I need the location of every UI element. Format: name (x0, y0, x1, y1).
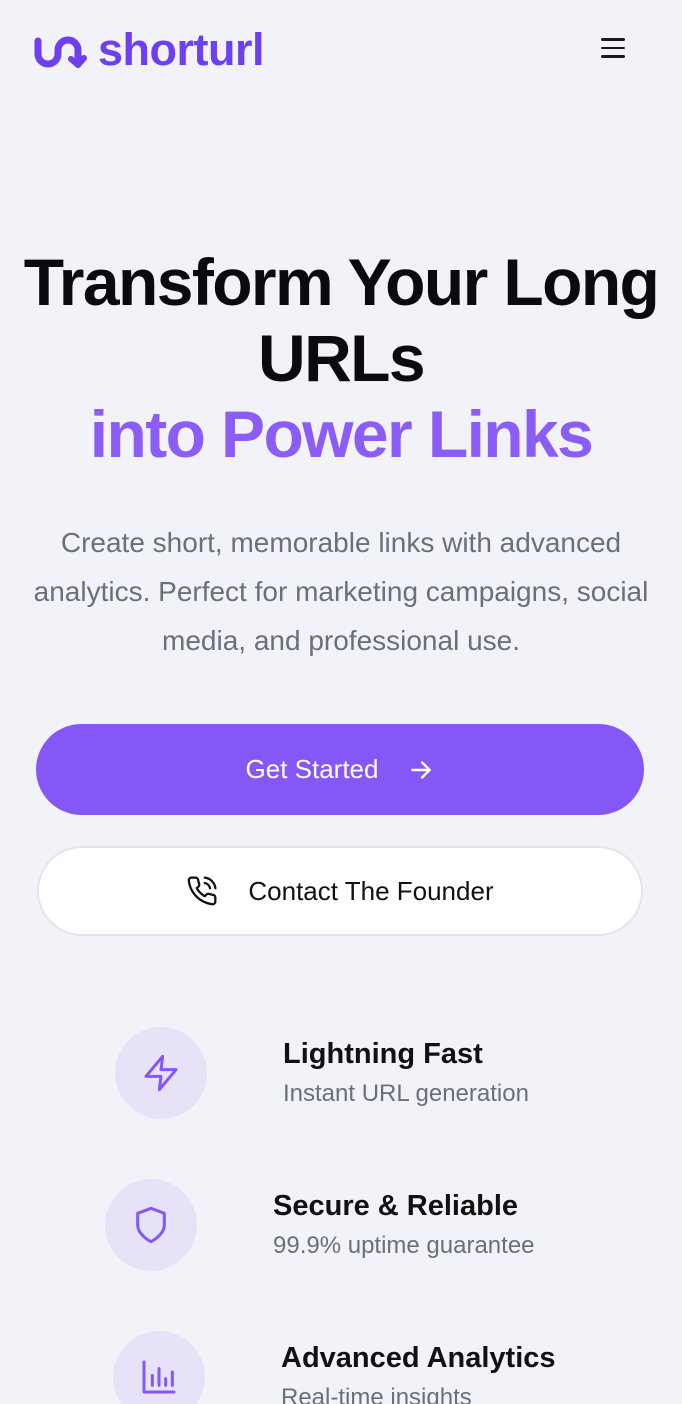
feature-title: Advanced Analytics (281, 1342, 556, 1374)
link-swirl-icon (34, 36, 87, 68)
site-header: shorturl (0, 0, 682, 104)
hero-title: Transform Your Long URLs into Power Link… (0, 244, 682, 472)
feature-icon-circle (115, 1027, 207, 1119)
feature-item: Secure & Reliable 99.9% uptime guarantee (105, 1179, 535, 1271)
brand-name: shorturl (98, 23, 265, 75)
phone-call-icon (188, 876, 217, 906)
hero-title-accent: into Power Links (89, 397, 594, 471)
contact-founder-label: Contact The Founder (248, 875, 494, 906)
bar-chart-icon (142, 1360, 176, 1394)
landing-page: shorturl Transform Your Long URLs into P… (0, 0, 682, 1404)
get-started-label: Get Started (245, 754, 379, 784)
hero-title-line-2: URLs (258, 321, 426, 395)
hamburger-menu-icon (601, 38, 625, 41)
feature-item: Advanced Analytics Real-time insights (113, 1331, 556, 1404)
feature-description: Instant URL generation (283, 1080, 529, 1107)
lightning-bolt-icon (144, 1054, 178, 1092)
hero-subtitle: Create short, memorable links with advan… (33, 527, 649, 656)
feature-icon-circle (113, 1331, 205, 1404)
feature-item: Lightning Fast Instant URL generation (115, 1027, 529, 1119)
feature-title: Lightning Fast (283, 1038, 483, 1070)
feature-title: Secure & Reliable (273, 1190, 518, 1222)
get-started-button[interactable]: Get Started (36, 724, 644, 815)
feature-description: 99.9% uptime guarantee (273, 1232, 535, 1259)
contact-founder-button[interactable]: Contact The Founder (37, 846, 643, 936)
arrow-right-icon (411, 760, 432, 779)
menu-button[interactable] (590, 30, 636, 66)
brand-logo[interactable]: shorturl (32, 23, 265, 78)
feature-description: Real-time insights (281, 1384, 472, 1404)
hero-title-line-1: Transform Your Long (23, 245, 660, 319)
feature-icon-circle (105, 1179, 197, 1271)
shield-icon (136, 1206, 166, 1244)
